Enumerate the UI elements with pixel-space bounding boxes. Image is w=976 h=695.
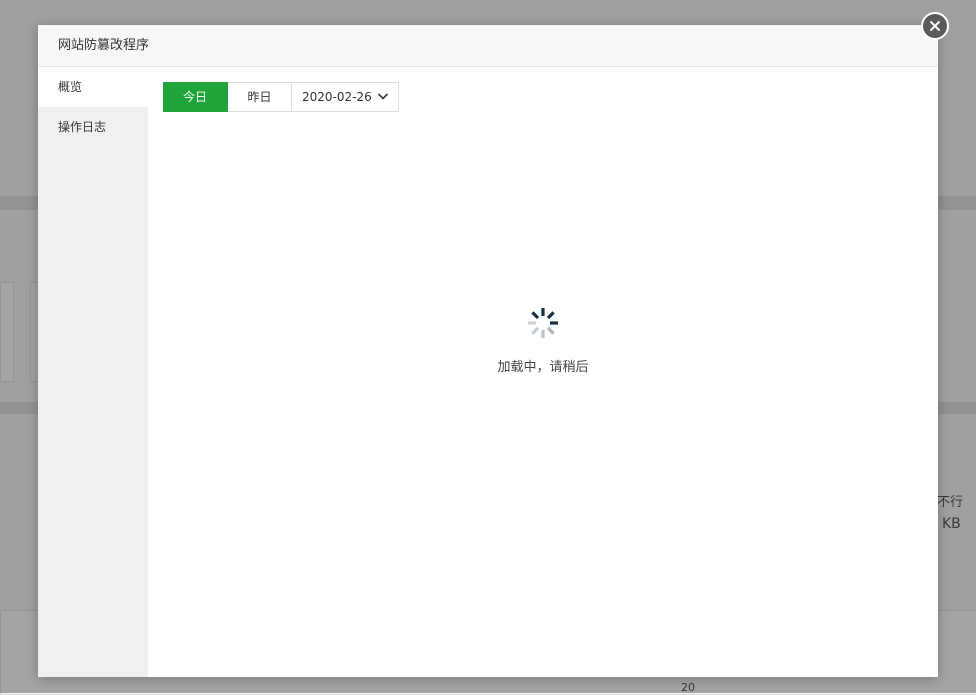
date-tabs: 今日 昨日 2020-02-26 <box>163 82 399 112</box>
spinner-icon <box>528 308 558 338</box>
modal-content: 今日 昨日 2020-02-26 加载中，请稍后 <box>148 67 938 677</box>
loading-text: 加载中，请稍后 <box>497 360 589 375</box>
tab-today[interactable]: 今日 <box>163 82 228 112</box>
date-select[interactable]: 2020-02-26 <box>292 82 398 112</box>
date-value: 2020-02-26 <box>302 90 372 104</box>
chevron-down-icon <box>377 93 389 100</box>
sidebar-item-overview[interactable]: 概览 <box>38 67 148 107</box>
close-button[interactable] <box>921 12 949 40</box>
modal-title: 网站防篡改程序 <box>38 25 938 67</box>
sidebar-item-operation-log[interactable]: 操作日志 <box>38 107 148 147</box>
tab-yesterday[interactable]: 昨日 <box>228 82 292 112</box>
close-icon <box>930 21 940 31</box>
loading-indicator: 加载中，请稍后 <box>148 305 938 375</box>
modal-dialog: 网站防篡改程序 概览 操作日志 今日 昨日 2020-02-26 加载中，请稍后 <box>38 25 938 677</box>
modal-sidebar: 概览 操作日志 <box>38 67 148 677</box>
